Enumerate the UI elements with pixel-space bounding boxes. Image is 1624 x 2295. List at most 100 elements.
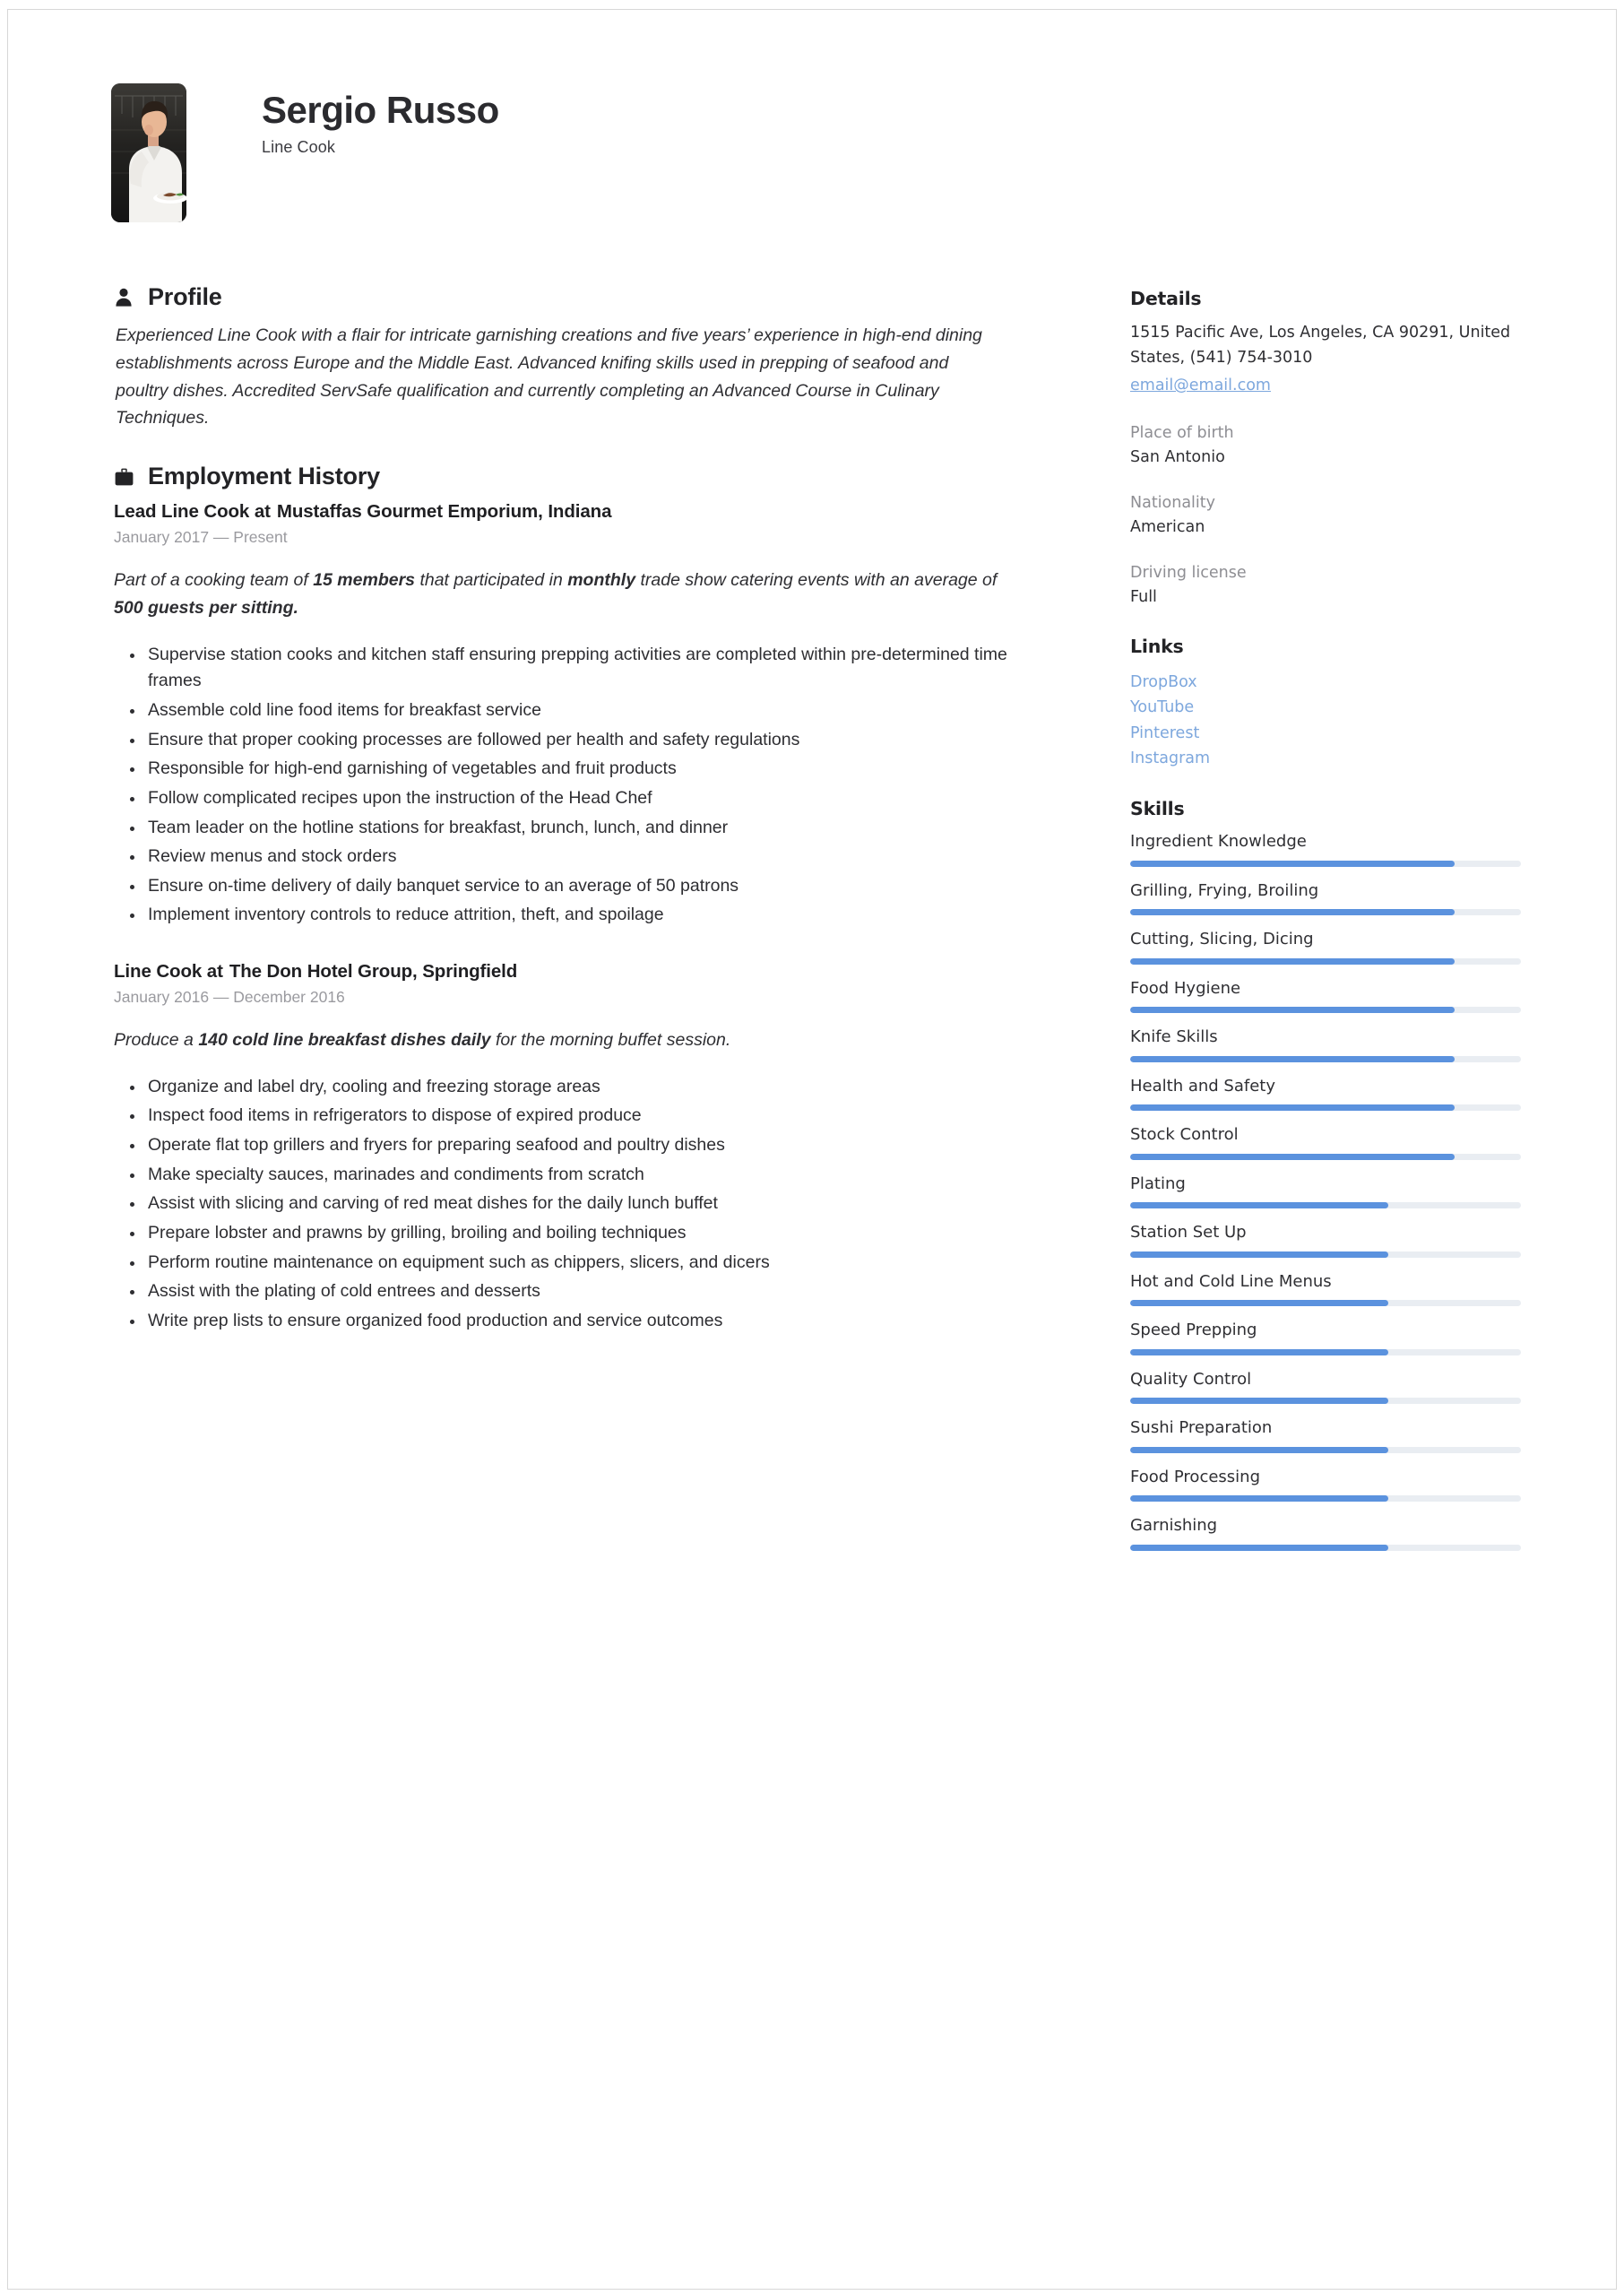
skill-progress-fill xyxy=(1130,1495,1388,1503)
employment-section: Employment History Lead Line Cook at Must… xyxy=(114,463,1064,1334)
job-role: Lead Line Cook at xyxy=(114,501,271,523)
list-item: Operate flat top grillers and fryers for… xyxy=(114,1132,1010,1159)
detail-value: American xyxy=(1130,518,1205,537)
links-heading: Links xyxy=(1130,635,1184,657)
detail-field: Driving license Full xyxy=(1130,562,1521,609)
skill-progress-fill xyxy=(1130,1007,1455,1014)
avatar xyxy=(111,83,186,222)
link-item-youtube[interactable]: YouTube xyxy=(1130,695,1521,720)
detail-label: Nationality xyxy=(1130,493,1216,512)
list-item: Ensure that proper cooking processes are… xyxy=(114,727,1010,754)
skill-name: Garnishing xyxy=(1130,1516,1218,1536)
skill-progress-track xyxy=(1130,860,1521,867)
skill-progress-fill xyxy=(1130,1348,1388,1355)
jobs-container: Lead Line Cook at Mustaffas Gourmet Empor… xyxy=(114,501,1064,1334)
skill-progress-track xyxy=(1130,1153,1521,1160)
list-item: Responsible for high-end garnishing of v… xyxy=(114,756,1010,783)
link-item-pinterest[interactable]: Pinterest xyxy=(1130,721,1521,746)
skill-progress-track xyxy=(1130,1495,1521,1503)
skill-progress-track xyxy=(1130,1202,1521,1209)
skill-progress-fill xyxy=(1130,957,1455,965)
person-icon xyxy=(114,288,134,307)
profile-text: Experienced Line Cook with a flair for i… xyxy=(116,325,982,429)
links-section: Links DropBox YouTube Pinterest Instagram xyxy=(1130,636,1521,771)
detail-field: Nationality American xyxy=(1130,492,1521,539)
detail-field: Place of birth San Antonio xyxy=(1130,422,1521,469)
skill-progress-track xyxy=(1130,1398,1521,1405)
job-role: Line Cook at xyxy=(114,961,223,983)
skill-progress-fill xyxy=(1130,1104,1455,1112)
skill-progress-track xyxy=(1130,1446,1521,1453)
skill-row: Station Set Up xyxy=(1130,1223,1521,1258)
skill-progress-fill xyxy=(1130,1398,1388,1405)
job-heading: Lead Line Cook at Mustaffas Gourmet Empor… xyxy=(114,501,1064,523)
skill-name: Cutting, Slicing, Dicing xyxy=(1130,930,1314,949)
skill-row: Cutting, Slicing, Dicing xyxy=(1130,930,1521,965)
skill-name: Ingredient Knowledge xyxy=(1130,832,1307,852)
skill-progress-track xyxy=(1130,1300,1521,1307)
list-item: Inspect food items in refrigerators to d… xyxy=(114,1103,1010,1130)
skill-name: Sushi Preparation xyxy=(1130,1418,1273,1438)
job-bullets: Organize and label dry, cooling and free… xyxy=(114,1074,1064,1335)
employment-section-header: Employment History xyxy=(114,463,1064,490)
skill-row: Sushi Preparation xyxy=(1130,1418,1521,1453)
skill-name: Knife Skills xyxy=(1130,1027,1218,1047)
skill-progress-fill xyxy=(1130,1446,1388,1453)
job-summary: Part of a cooking team of 15 members tha… xyxy=(114,570,998,618)
skill-row: Food Hygiene xyxy=(1130,979,1521,1014)
identity-block: Sergio Russo Line Cook xyxy=(262,83,499,157)
skill-progress-track xyxy=(1130,1251,1521,1258)
skill-progress-track xyxy=(1130,909,1521,916)
briefcase-icon xyxy=(114,467,134,487)
skill-name: Stock Control xyxy=(1130,1125,1239,1145)
skill-row: Health and Safety xyxy=(1130,1077,1521,1112)
link-item-dropbox[interactable]: DropBox xyxy=(1130,670,1521,695)
skill-row: Quality Control xyxy=(1130,1370,1521,1405)
skill-progress-track xyxy=(1130,957,1521,965)
list-item: Prepare lobster and prawns by grilling, … xyxy=(114,1220,1010,1247)
job-entry: Lead Line Cook at Mustaffas Gourmet Empor… xyxy=(114,501,1064,929)
skill-row: Knife Skills xyxy=(1130,1027,1521,1062)
skill-name: Hot and Cold Line Menus xyxy=(1130,1271,1332,1291)
job-company: Mustaffas Gourmet Emporium, Indiana xyxy=(276,501,612,523)
resume-sheet: Sergio Russo Line Cook Profile Experienc xyxy=(8,10,1616,2289)
skill-progress-fill xyxy=(1130,1544,1388,1551)
job-company: The Don Hotel Group, Springfield xyxy=(229,961,518,983)
list-item: Implement inventory controls to reduce a… xyxy=(114,902,1010,929)
detail-label: Place of birth xyxy=(1130,423,1234,442)
list-item: Assist with the plating of cold entrees … xyxy=(114,1278,1010,1305)
address-text: 1515 Pacific Ave, Los Angeles, CA 90291,… xyxy=(1130,324,1511,367)
email-link[interactable]: email@email.com xyxy=(1130,374,1521,399)
list-item: Assemble cold line food items for breakf… xyxy=(114,697,1010,724)
list-item: Review menus and stock orders xyxy=(114,844,1010,870)
skill-row: Speed Prepping xyxy=(1130,1321,1521,1355)
skill-name: Health and Safety xyxy=(1130,1076,1275,1096)
skill-row: Stock Control xyxy=(1130,1125,1521,1160)
skill-name: Speed Prepping xyxy=(1130,1321,1257,1340)
details-fields: Place of birth San Antonio Nationality Amer… xyxy=(1130,422,1521,609)
job-summary: Produce a 140 cold line breakfast dishes… xyxy=(114,1030,731,1051)
skills-section: Skills Ingredient Knowledge Grilling, Fry… xyxy=(1130,798,1521,1551)
job-dates: January 2017 — Present xyxy=(114,528,288,547)
list-item: Make specialty sauces, marinades and con… xyxy=(114,1162,1010,1189)
details-section: Details 1515 Pacific Ave, Los Angeles, C… xyxy=(1130,288,1521,609)
skills-list: Ingredient Knowledge Grilling, Frying, Br… xyxy=(1130,832,1521,1551)
skill-row: Ingredient Knowledge xyxy=(1130,832,1521,867)
detail-value: Full xyxy=(1130,588,1157,607)
skill-progress-fill xyxy=(1130,1153,1455,1160)
job-title: Line Cook xyxy=(262,138,335,157)
list-item: Write prep lists to ensure organized foo… xyxy=(114,1308,1010,1335)
skill-progress-fill xyxy=(1130,1300,1388,1307)
detail-label: Driving license xyxy=(1130,563,1247,582)
profile-heading: Profile xyxy=(148,283,222,310)
skill-name: Station Set Up xyxy=(1130,1223,1247,1243)
skill-row: Grilling, Frying, Broiling xyxy=(1130,881,1521,916)
list-item: Team leader on the hotline stations for … xyxy=(114,815,1010,842)
skill-progress-track xyxy=(1130,1007,1521,1014)
link-item-instagram[interactable]: Instagram xyxy=(1130,746,1521,771)
skill-progress-track xyxy=(1130,1348,1521,1355)
profile-section-header: Profile xyxy=(114,283,1064,311)
skill-progress-track xyxy=(1130,1055,1521,1062)
skill-row: Garnishing xyxy=(1130,1516,1521,1551)
profile-section: Profile Experienced Line Cook with a fla… xyxy=(114,283,1064,432)
